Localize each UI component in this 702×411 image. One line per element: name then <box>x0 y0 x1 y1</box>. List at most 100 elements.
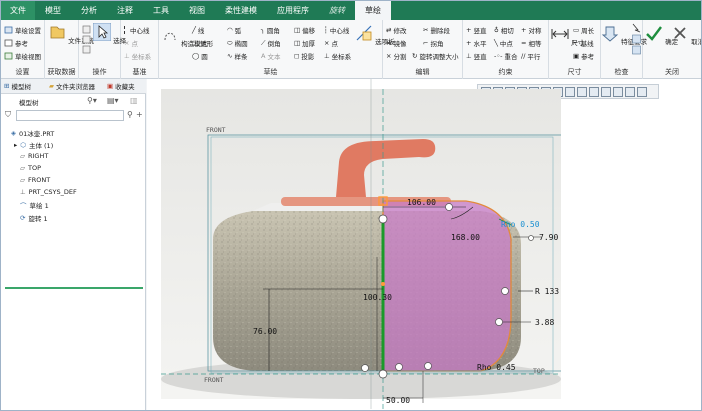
tab-revolve[interactable]: 旋转 <box>319 1 355 20</box>
clipboard-icons[interactable] <box>82 25 91 55</box>
dim-handle[interactable] <box>501 287 509 295</box>
project-button[interactable]: ◻ 投影 <box>294 51 314 61</box>
tab-file[interactable]: 文件 <box>1 1 35 20</box>
tree-columns-icon[interactable]: ▤▾ <box>107 96 119 105</box>
arc-button[interactable]: ◠ 弧 <box>227 25 241 35</box>
dim-10030[interactable]: 100.30 <box>363 293 392 302</box>
tab-analysis[interactable]: 分析 <box>71 1 107 20</box>
search-icon[interactable]: ⚲ <box>127 110 133 119</box>
spline-button[interactable]: ∿ 样条 <box>227 51 247 61</box>
fillet-button[interactable]: ╮ 圆角 <box>261 25 280 35</box>
group-operations-label[interactable]: 操作 <box>79 67 120 77</box>
dim-handle[interactable] <box>528 235 534 241</box>
tab-applications[interactable]: 应用程序 <box>267 1 319 20</box>
tree-node-csys[interactable]: ⊥ PRT_CSYS_DEF <box>20 188 77 196</box>
tree-node-right[interactable]: ▱ RIGHT <box>20 152 48 160</box>
dim-rho-050[interactable]: Rho 0.50 <box>501 220 540 229</box>
midpoint-marker[interactable] <box>381 282 385 286</box>
circle-button[interactable]: ◯ 圆 <box>192 51 208 61</box>
select-button[interactable]: 选择 <box>92 22 126 45</box>
datum-display-icon[interactable] <box>589 86 599 97</box>
dim-handle[interactable] <box>361 364 369 372</box>
constraints-display-icon[interactable] <box>637 86 647 97</box>
symmetric-button[interactable]: + 对称 <box>521 25 541 35</box>
midpoint-button[interactable]: ╲ 中点 <box>494 38 513 48</box>
offset-button[interactable]: ◫ 偏移 <box>294 25 315 35</box>
reference-dim-button[interactable]: ▣ 参考 <box>573 51 594 61</box>
cancel-button[interactable]: 取消 <box>671 24 701 46</box>
tab-folder-browser[interactable]: ▰ 文件夹浏览器 <box>49 81 95 91</box>
equal-button[interactable]: = 相等 <box>521 38 541 48</box>
sketch-region[interactable] <box>382 200 512 372</box>
annotation-display-icon[interactable] <box>601 86 611 97</box>
sketch-csys-button[interactable]: ⊥ 坐标系 <box>324 51 351 61</box>
view-manager-icon[interactable] <box>565 86 575 97</box>
perimeter-button[interactable]: ▭ 周长 <box>573 25 594 35</box>
tab-model-tree[interactable]: ⊞ 模型树 <box>4 81 31 91</box>
tab-view[interactable]: 视图 <box>179 1 215 20</box>
dim-388[interactable]: 3.88 <box>535 318 554 327</box>
coincident-button[interactable]: -◦- 重合 <box>494 51 518 61</box>
mirror-button[interactable]: ⇋ 镜像 <box>386 38 406 48</box>
datum-csys-button[interactable]: ⊥ 坐标系 <box>124 51 151 61</box>
tree-node-body[interactable]: ▸ ⬡ 主体 (1) <box>14 140 53 150</box>
sketch-centerline-button[interactable]: ┆ 中心线 <box>324 25 349 35</box>
vertex-handle[interactable] <box>378 214 388 224</box>
modify-button[interactable]: ⇄ 修改 <box>386 25 406 35</box>
baseline-button[interactable]: ⊢ 基线 <box>573 38 594 48</box>
perspective-icon[interactable] <box>577 86 587 97</box>
sketch-setup-button[interactable]: 草绘设置 <box>4 25 41 35</box>
rectangle-button[interactable]: □ 矩形 <box>192 38 213 48</box>
spin-center-icon[interactable] <box>613 86 623 97</box>
tab-model[interactable]: 模型 <box>35 1 71 20</box>
text-button[interactable]: A 文本 <box>261 51 280 61</box>
tab-sketch[interactable]: 草绘 <box>355 1 391 20</box>
thicken-button[interactable]: ◫ 加厚 <box>294 38 315 48</box>
dim-r13380[interactable]: R 133.80 <box>535 287 561 296</box>
tree-node-top[interactable]: ▱ TOP <box>20 164 41 172</box>
horizontal-button[interactable]: + 水平 <box>466 38 486 48</box>
divide-button[interactable]: ⨯ 分割 <box>386 51 406 61</box>
vertical-button[interactable]: + 竖直 <box>466 25 486 35</box>
tree-node-revolve[interactable]: ⟳ 旋转 1 <box>20 213 48 223</box>
tree-node-part[interactable]: ◈ 01冰壶.PRT <box>11 128 54 138</box>
group-setup-label[interactable]: 设置 <box>1 67 44 77</box>
dim-handle[interactable] <box>424 362 432 370</box>
dim-106[interactable]: 106.00 <box>407 198 436 207</box>
construction-mode-button[interactable]: 构造模式 <box>161 26 207 48</box>
dim-rho-045[interactable]: Rho 0.45 <box>477 363 516 372</box>
palette-button[interactable]: 选项板 <box>355 24 395 46</box>
rotate-resize-button[interactable]: ↻ 旋转调整大小 <box>412 51 458 61</box>
group-inspect-label[interactable]: 检查 <box>601 67 642 77</box>
tree-node-front[interactable]: ▱ FRONT <box>20 176 50 184</box>
chamfer-button[interactable]: ⟋ 倒角 <box>261 38 281 49</box>
vertex-handle[interactable] <box>378 369 388 379</box>
tab-annotate[interactable]: 注释 <box>107 1 143 20</box>
filter-icon[interactable]: ⛉ <box>5 110 11 120</box>
dim-76[interactable]: 76.00 <box>253 327 277 336</box>
tree-settings-icon[interactable]: ▥ <box>130 96 138 105</box>
ellipse-button[interactable]: ⬭ 椭圆 <box>227 38 248 49</box>
file-system-button[interactable]: 文件系统 <box>48 23 94 45</box>
dim-handle[interactable] <box>395 363 403 371</box>
corner-button[interactable]: ⌐ 拐角 <box>423 38 443 48</box>
add-icon[interactable]: + <box>136 110 143 119</box>
tree-filter-icon[interactable]: ⚲▾ <box>87 96 97 105</box>
dim-handle[interactable] <box>445 203 453 211</box>
sketcher-display-icon[interactable] <box>625 86 635 97</box>
datum-centerline-button[interactable]: 中心线 <box>124 25 150 35</box>
ok-button[interactable]: 确定 <box>645 24 678 46</box>
tab-flexible-modeling[interactable]: 柔性建模 <box>215 1 267 20</box>
delete-segment-button[interactable]: ✂ 删除段 <box>423 25 450 35</box>
parallel-button[interactable]: //平行 <box>521 51 540 61</box>
line-button[interactable]: ╱ 线 <box>192 25 204 35</box>
tab-tools[interactable]: 工具 <box>143 1 179 20</box>
sketch-view-button[interactable]: 草绘视图 <box>4 51 41 61</box>
tab-favorites[interactable]: ▣ 收藏夹 <box>107 81 135 91</box>
sketch-point-button[interactable]: × 点 <box>324 38 338 48</box>
feature-requirements-button[interactable]: 特征要求 <box>601 24 647 46</box>
dim-50[interactable]: 50.00 <box>386 396 410 405</box>
perpendicular-button[interactable]: ⊥ 竖直 <box>466 51 487 61</box>
dimension-button[interactable]: 尺寸 <box>551 25 584 47</box>
tangent-button[interactable]: ♁ 相切 <box>494 25 514 35</box>
